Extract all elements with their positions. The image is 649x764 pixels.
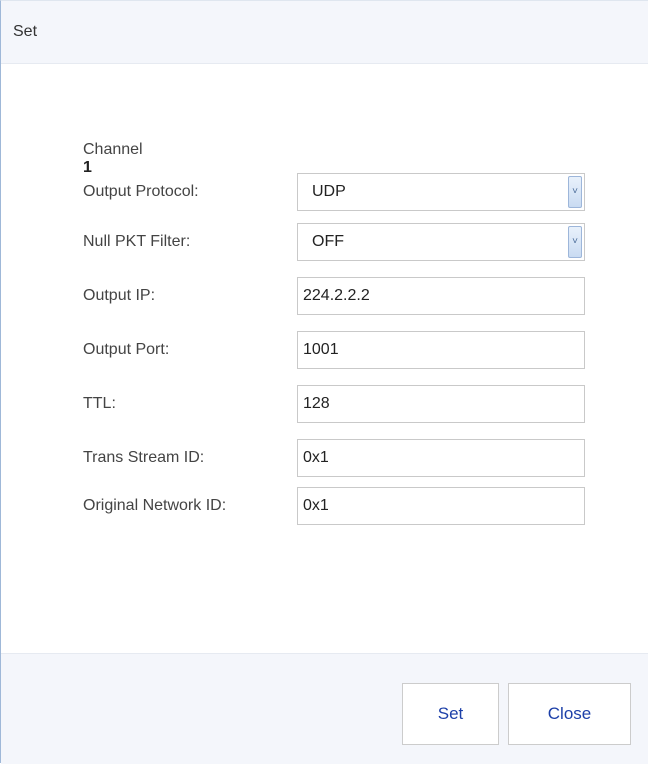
chevron-down-icon[interactable]: ˅ bbox=[568, 176, 582, 208]
trans-stream-id-label: Trans Stream ID: bbox=[83, 449, 205, 466]
channel-heading: Channel 1 bbox=[83, 141, 143, 177]
dialog-header: Set bbox=[1, 1, 648, 64]
chevron-down-icon[interactable]: ˅ bbox=[568, 226, 582, 258]
close-button[interactable]: Close bbox=[508, 683, 631, 745]
original-network-id-input[interactable] bbox=[297, 487, 585, 525]
set-dialog: Set Channel 1 Output Protocol: UDP ˅ Nul… bbox=[0, 0, 648, 764]
output-protocol-label: Output Protocol: bbox=[83, 183, 199, 200]
output-protocol-select[interactable]: UDP ˅ bbox=[297, 173, 585, 211]
channel-number: 1 bbox=[83, 159, 92, 176]
output-protocol-value: UDP bbox=[312, 183, 346, 200]
output-ip-label: Output IP: bbox=[83, 287, 156, 304]
ttl-label: TTL: bbox=[83, 395, 116, 412]
set-button[interactable]: Set bbox=[402, 683, 499, 745]
dialog-title: Set bbox=[13, 23, 38, 40]
trans-stream-id-input[interactable] bbox=[297, 439, 585, 477]
output-ip-input[interactable] bbox=[297, 277, 585, 315]
null-pkt-filter-value: OFF bbox=[312, 233, 344, 250]
null-pkt-filter-label: Null PKT Filter: bbox=[83, 233, 191, 250]
ttl-input[interactable] bbox=[297, 385, 585, 423]
output-port-input[interactable] bbox=[297, 331, 585, 369]
original-network-id-label: Original Network ID: bbox=[83, 497, 227, 514]
output-port-label: Output Port: bbox=[83, 341, 170, 358]
channel-label-text: Channel bbox=[83, 141, 143, 158]
null-pkt-filter-select[interactable]: OFF ˅ bbox=[297, 223, 585, 261]
